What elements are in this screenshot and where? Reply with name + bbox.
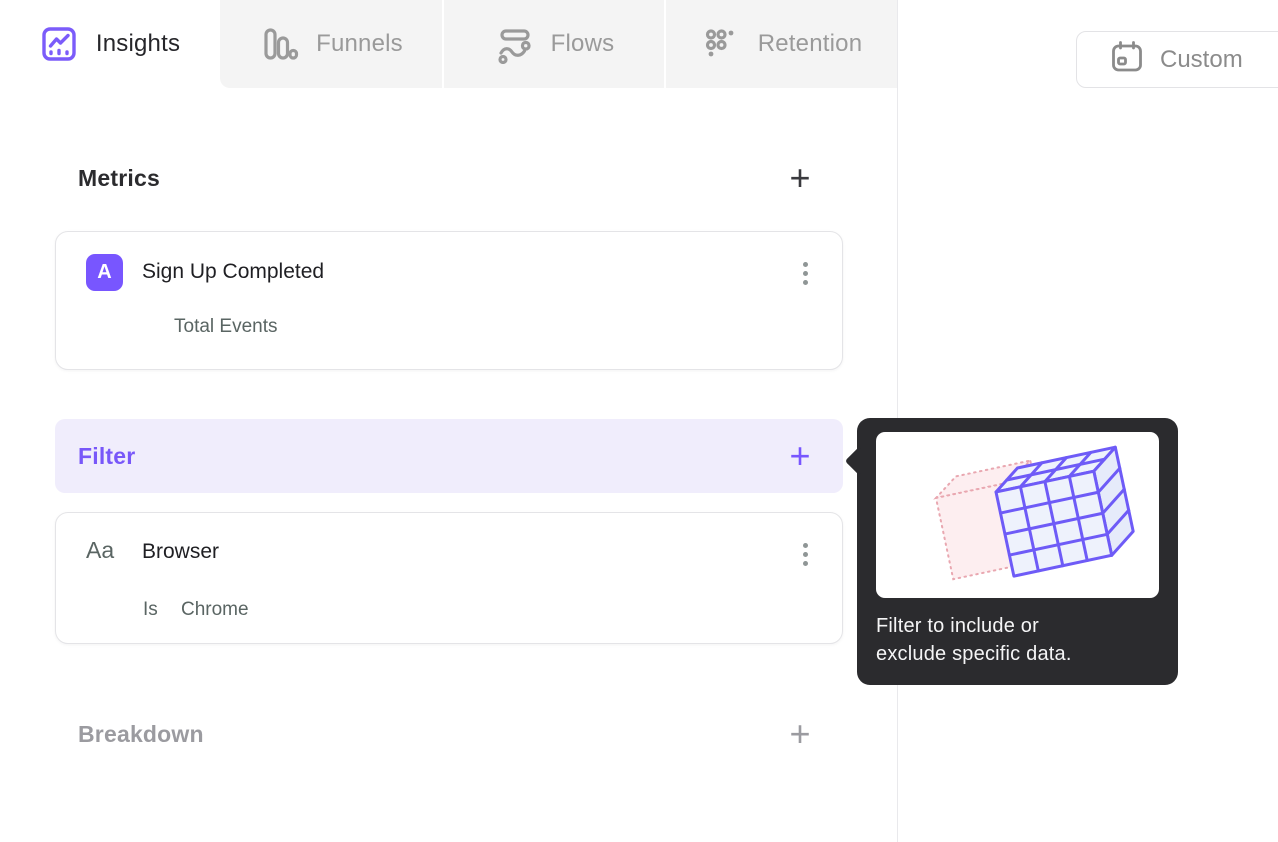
metric-aggregation[interactable]: Total Events: [174, 316, 278, 338]
tab-retention[interactable]: Retention: [666, 0, 897, 88]
metric-series-badge: A: [86, 254, 123, 291]
kebab-menu-icon[interactable]: [792, 252, 818, 294]
tab-label: Insights: [95, 30, 181, 57]
filter-operator[interactable]: Is: [143, 599, 158, 621]
filter-help-tooltip: Filter to include or exclude specific dat…: [844, 418, 1178, 685]
insights-report-builder: { "colors": { "accent_purple": "#7856FF"…: [0, 0, 1278, 842]
tab-flows[interactable]: Flows: [444, 0, 664, 88]
metric-card[interactable]: A Sign Up Completed Total Events: [55, 231, 843, 370]
filter-property-name[interactable]: Browser: [142, 540, 219, 564]
tooltip-arrow: [844, 446, 874, 476]
tab-label: Funnels: [316, 30, 403, 57]
filter-value[interactable]: Chrome: [181, 599, 249, 621]
tooltip-text: Filter to include or exclude specific dat…: [876, 615, 1072, 665]
custom-button-label: Custom: [1160, 45, 1243, 73]
text-property-icon: Aa: [86, 537, 115, 563]
add-metric-button[interactable]: +: [783, 160, 817, 196]
tab-funnels[interactable]: Funnels: [220, 0, 442, 88]
filter-section-header[interactable]: Filter +: [55, 419, 843, 493]
insights-chart-icon: [39, 24, 79, 64]
filter-cube-illustration: [876, 432, 1159, 598]
breakdown-title: Breakdown: [78, 720, 204, 747]
add-breakdown-button[interactable]: +: [783, 716, 817, 752]
metric-event-name[interactable]: Sign Up Completed: [142, 260, 324, 284]
kebab-menu-icon[interactable]: [792, 533, 818, 575]
add-filter-button[interactable]: +: [783, 438, 817, 474]
metrics-section-header: Metrics +: [55, 160, 843, 196]
funnels-bars-icon: [259, 24, 299, 64]
breakdown-section-header: Breakdown +: [55, 716, 843, 752]
calendar-icon: [1109, 39, 1145, 80]
filter-title: Filter: [78, 442, 136, 469]
tab-label: Retention: [757, 30, 863, 57]
tab-insights[interactable]: Insights: [0, 0, 219, 88]
retention-dots-icon: [701, 24, 741, 64]
tab-label: Flows: [550, 30, 615, 57]
custom-date-range-button[interactable]: Custom: [1076, 31, 1278, 88]
filter-card[interactable]: Aa Browser Is Chrome: [55, 512, 843, 644]
flows-stream-icon: [494, 24, 534, 65]
metrics-title: Metrics: [78, 164, 160, 191]
